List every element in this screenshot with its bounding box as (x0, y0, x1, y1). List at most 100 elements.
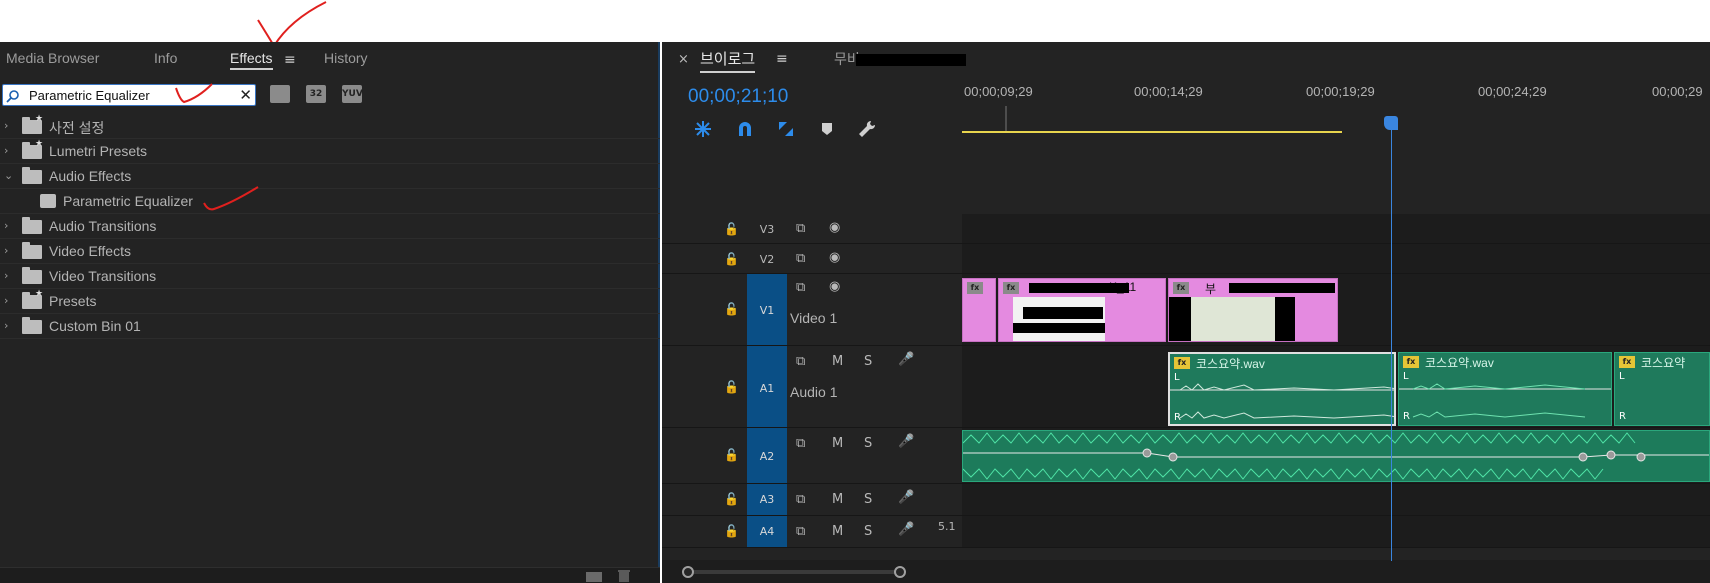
track-header-v1[interactable]: 🔓 V1 ⧉ ◉ Video 1 (662, 274, 962, 346)
track-lane-v1[interactable]: fx fx K_11 fx 부 (962, 274, 1710, 346)
chevron-right-icon[interactable]: › (4, 219, 8, 232)
chevron-right-icon[interactable]: › (4, 294, 8, 307)
add-marker-icon[interactable] (818, 120, 836, 138)
chevron-right-icon[interactable]: › (4, 244, 8, 257)
tree-item-audio-transitions[interactable]: › Audio Transitions (0, 214, 660, 239)
tab-sequence-vlog[interactable]: 브이로그 (700, 48, 756, 73)
video-clip[interactable]: fx (962, 278, 996, 342)
track-lane-a4[interactable] (962, 516, 1710, 548)
playhead-handle[interactable] (1384, 116, 1398, 130)
solo-button[interactable]: S (864, 436, 872, 451)
eye-icon[interactable]: ◉ (829, 250, 840, 265)
lock-icon[interactable]: 🔓 (724, 222, 739, 236)
snap-magnet-icon[interactable] (736, 120, 754, 138)
lock-icon[interactable]: 🔓 (724, 492, 739, 506)
tree-item-video-effects[interactable]: › Video Effects (0, 239, 660, 264)
sync-lock-icon[interactable]: ⧉ (796, 354, 805, 369)
eye-icon[interactable]: ◉ (829, 220, 840, 235)
sync-lock-icon[interactable]: ⧉ (796, 524, 805, 539)
effects-panel-menu-icon[interactable]: ≡ (284, 52, 296, 68)
track-lane-a2[interactable] (962, 428, 1710, 484)
tree-item-custom-bin[interactable]: › Custom Bin 01 (0, 314, 660, 339)
snap-nest-icon[interactable] (694, 120, 712, 138)
sync-lock-icon[interactable]: ⧉ (796, 251, 805, 266)
microphone-icon[interactable]: 🎤 (898, 490, 914, 505)
microphone-icon[interactable]: 🎤 (898, 434, 914, 449)
new-bin-icon[interactable] (586, 570, 602, 582)
work-area-bar[interactable] (962, 131, 1342, 133)
chevron-right-icon[interactable]: › (4, 269, 8, 282)
lock-icon[interactable]: 🔓 (724, 380, 739, 394)
track-target-a3[interactable]: A3 (747, 484, 787, 515)
chevron-right-icon[interactable]: › (4, 319, 8, 332)
track-header-a2[interactable]: 🔓 A2 ⧉ M S 🎤 (662, 428, 962, 484)
linked-selection-icon[interactable] (777, 120, 795, 138)
sequence-menu-icon[interactable]: ≡ (776, 51, 788, 67)
tree-item-presets[interactable]: › ★ Presets (0, 289, 660, 314)
tab-history[interactable]: History (324, 50, 368, 66)
playhead-line[interactable] (1391, 116, 1392, 561)
accelerated-effects-icon[interactable] (270, 85, 290, 103)
track-lane-v2[interactable] (962, 244, 1710, 274)
tab-effects[interactable]: Effects (230, 50, 273, 70)
mute-button[interactable]: M (832, 492, 843, 507)
clear-search-icon[interactable]: ✕ (239, 86, 252, 104)
time-ruler[interactable]: 00;00;09;29 00;00;14;29 00;00;19;29 00;0… (962, 84, 1710, 174)
scroll-handle-left[interactable] (682, 566, 694, 578)
mute-button[interactable]: M (832, 436, 843, 451)
solo-button[interactable]: S (864, 524, 872, 539)
mute-button[interactable]: M (832, 524, 843, 539)
chevron-down-icon[interactable]: ⌄ (4, 169, 13, 182)
wrench-icon[interactable] (858, 120, 876, 138)
lock-icon[interactable]: 🔓 (724, 252, 739, 266)
mute-button[interactable]: M (832, 354, 843, 369)
audio-clip-selected[interactable]: fx 코스요약.wav L R (1168, 352, 1396, 426)
32bit-effects-icon[interactable]: 32 (306, 85, 326, 103)
close-sequence-icon[interactable]: × (678, 52, 689, 67)
chevron-right-icon[interactable]: › (4, 119, 8, 132)
lock-icon[interactable]: 🔓 (724, 448, 739, 462)
tree-item-video-transitions[interactable]: › Video Transitions (0, 264, 660, 289)
microphone-icon[interactable]: 🎤 (898, 522, 914, 537)
track-header-a3[interactable]: 🔓 A3 ⧉ M S 🎤 (662, 484, 962, 516)
track-lane-a1[interactable]: fx 코스요약.wav L R fx 코스요약.wav L R fx 코스요약 … (962, 346, 1710, 428)
audio-clip[interactable]: fx 코스요약.wav L R (1398, 352, 1612, 426)
audio-clip[interactable]: fx 코스요약 L R (1614, 352, 1710, 426)
track-header-a1[interactable]: 🔓 A1 ⧉ M S 🎤 Audio 1 (662, 346, 962, 428)
scroll-handle-right[interactable] (894, 566, 906, 578)
track-header-v3[interactable]: 🔓 V3 ⧉ ◉ (662, 214, 962, 244)
tree-item-audio-effects[interactable]: ⌄ Audio Effects (0, 164, 660, 189)
track-lane-v3[interactable] (962, 214, 1710, 244)
tree-item-presets-kr[interactable]: › ★ 사전 설정 (0, 114, 660, 139)
video-clip[interactable]: fx 부 (1168, 278, 1338, 342)
track-target-a4[interactable]: A4 (747, 516, 787, 547)
tree-item-parametric-equalizer[interactable]: Parametric Equalizer (0, 186, 660, 214)
lock-icon[interactable]: 🔓 (724, 524, 739, 538)
eye-icon[interactable]: ◉ (829, 279, 840, 294)
yuv-effects-icon[interactable]: YUV (342, 85, 363, 103)
track-header-v2[interactable]: 🔓 V2 ⧉ ◉ (662, 244, 962, 274)
sync-lock-icon[interactable]: ⧉ (796, 221, 805, 236)
track-lane-a3[interactable] (962, 484, 1710, 516)
sync-lock-icon[interactable]: ⧉ (796, 492, 805, 507)
scroll-track[interactable] (688, 570, 900, 574)
trash-icon[interactable] (618, 569, 630, 582)
lock-icon[interactable]: 🔓 (724, 302, 739, 316)
microphone-icon[interactable]: 🎤 (898, 352, 914, 367)
track-target-a2[interactable]: A2 (747, 428, 787, 483)
solo-button[interactable]: S (864, 354, 872, 369)
audio-clip-music[interactable] (962, 430, 1710, 482)
playhead-timecode[interactable]: 00;00;21;10 (688, 86, 788, 108)
solo-button[interactable]: S (864, 492, 872, 507)
tree-item-lumetri-presets[interactable]: › ★ Lumetri Presets (0, 139, 660, 164)
chevron-right-icon[interactable]: › (4, 144, 8, 157)
track-header-a4[interactable]: 🔓 A4 ⧉ M S 🎤 5.1 (662, 516, 962, 548)
sync-lock-icon[interactable]: ⧉ (796, 436, 805, 451)
track-target-v1[interactable]: V1 (747, 274, 787, 345)
track-target-v3[interactable]: V3 (747, 214, 787, 243)
video-clip[interactable]: fx K_11 (998, 278, 1166, 342)
tab-media-browser[interactable]: Media Browser (6, 50, 99, 66)
track-target-a1[interactable]: A1 (747, 346, 787, 427)
tab-info[interactable]: Info (154, 50, 177, 66)
track-target-v2[interactable]: V2 (747, 244, 787, 273)
